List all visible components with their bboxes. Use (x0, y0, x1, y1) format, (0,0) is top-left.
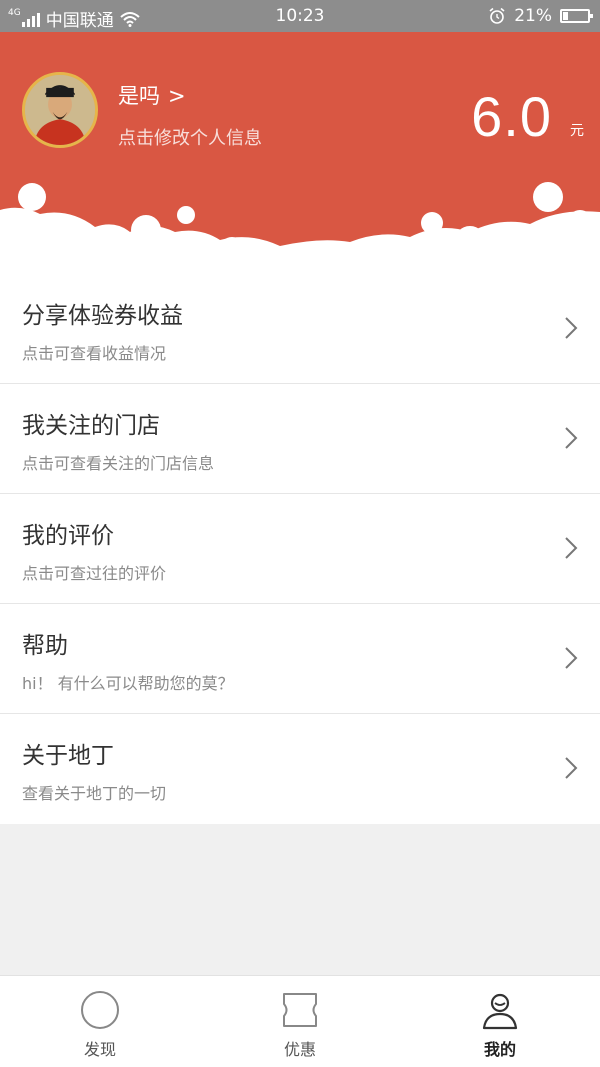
menu-item-title: 我关注的门店 (22, 413, 160, 439)
tab-mine[interactable]: 我的 (400, 976, 600, 1067)
username: 是吗 (118, 84, 160, 108)
alarm-icon (489, 7, 505, 24)
avatar-portrait-icon (25, 75, 95, 145)
chevron-right-icon (565, 647, 578, 669)
tab-discover[interactable]: 发现 (0, 976, 200, 1067)
balance-amount[interactable]: 6.0 (471, 84, 552, 149)
profile-header: 是吗 > 点击修改个人信息 6.0 元 (0, 32, 600, 280)
battery-fill (563, 12, 568, 20)
status-right: 21% (488, 6, 593, 26)
menu-list: 分享体验券收益 点击可查看收益情况 我关注的门店 点击可查看关注的门店信息 我的… (0, 274, 600, 824)
menu-item-title: 我的评价 (22, 523, 114, 549)
menu-item-subtitle: 点击可查过往的评价 (22, 564, 167, 583)
tab-label: 我的 (483, 1040, 516, 1059)
menu-item-about[interactable]: 关于地丁 查看关于地丁的一切 (0, 714, 600, 824)
profile-icon (482, 993, 518, 1030)
chevron-right-icon (565, 317, 578, 339)
menu-item-followed-stores[interactable]: 我关注的门店 点击可查看关注的门店信息 (0, 384, 600, 494)
user-avatar[interactable] (22, 72, 98, 148)
cloud-decoration (0, 182, 600, 280)
edit-profile-hint[interactable]: 点击修改个人信息 (118, 124, 262, 150)
username-chevron: > (168, 84, 186, 108)
menu-item-share-coupon-earnings[interactable]: 分享体验券收益 点击可查看收益情况 (0, 274, 600, 384)
menu-item-subtitle: hi！ 有什么可以帮助您的莫？ (22, 674, 234, 693)
tab-coupons[interactable]: 优惠 (200, 976, 400, 1067)
balance-unit: 元 (570, 123, 584, 139)
battery-icon (560, 9, 593, 23)
menu-item-my-reviews[interactable]: 我的评价 点击可查过往的评价 (0, 494, 600, 604)
username-link[interactable]: 是吗 > (118, 80, 186, 110)
menu-item-title: 关于地丁 (22, 743, 114, 769)
tab-label: 优惠 (283, 1040, 316, 1059)
menu-item-subtitle: 点击可查看关注的门店信息 (22, 454, 215, 473)
chevron-right-icon (565, 537, 578, 559)
tab-label: 发现 (83, 1040, 116, 1059)
bottom-tab-bar: 发现 优惠 我的 (0, 975, 600, 1067)
menu-item-title: 帮助 (22, 633, 68, 659)
chevron-right-icon (565, 427, 578, 449)
discover-icon (81, 991, 119, 1029)
battery-percent: 21% (514, 6, 552, 26)
chevron-right-icon (565, 757, 578, 779)
menu-item-subtitle: 点击可查看收益情况 (22, 344, 167, 363)
coupon-icon (283, 993, 317, 1027)
menu-item-subtitle: 查看关于地丁的一切 (22, 784, 167, 803)
menu-item-help[interactable]: 帮助 hi！ 有什么可以帮助您的莫？ (0, 604, 600, 714)
menu-item-title: 分享体验券收益 (22, 303, 183, 329)
status-bar: 4G 中国联通 10:23 21% (0, 0, 600, 32)
